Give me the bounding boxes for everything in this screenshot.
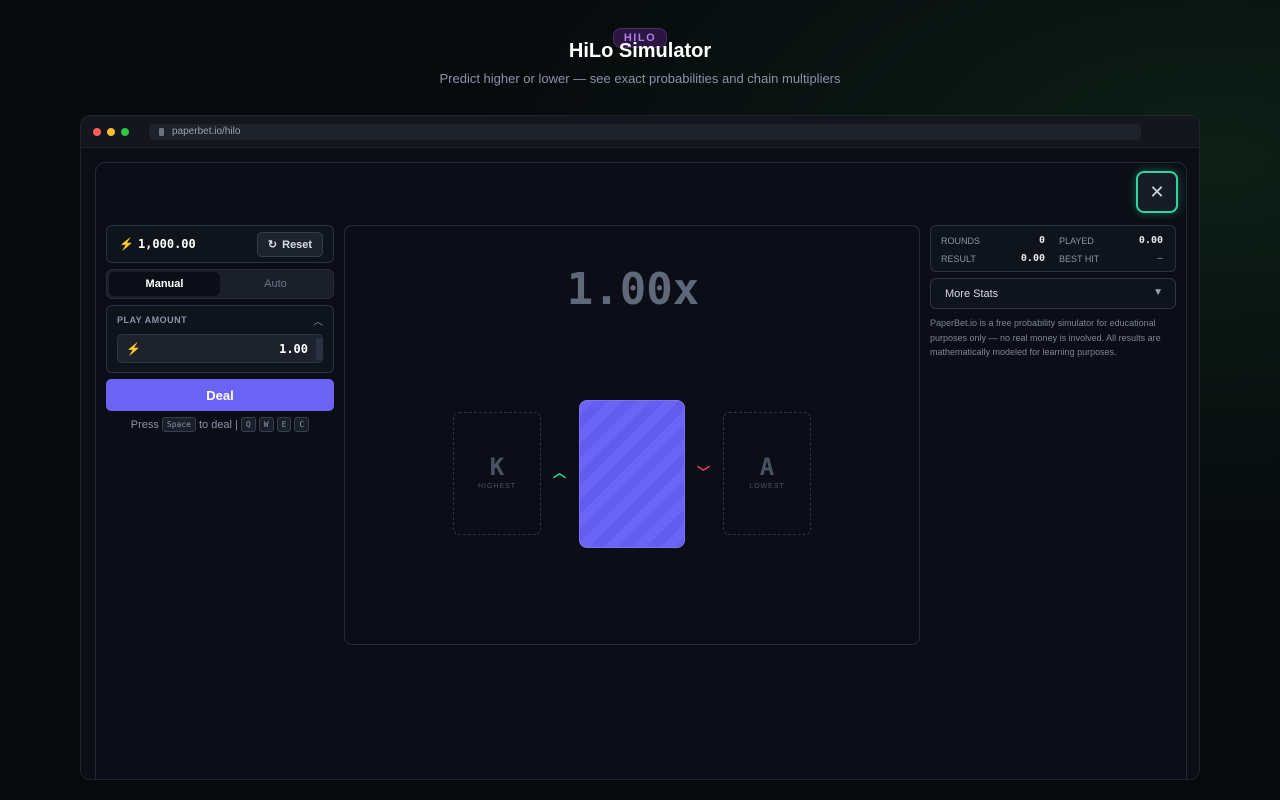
key-w: W xyxy=(258,417,274,432)
close-icon: ✕ xyxy=(1149,181,1165,202)
caret-down-icon: ▼ xyxy=(1153,287,1163,298)
minimize-window-dot[interactable] xyxy=(107,127,115,136)
more-stats-label: More Stats xyxy=(945,287,999,300)
page-subtitle: Predict higher or lower — see exact prob… xyxy=(439,71,841,86)
page-title: HiLo Simulator xyxy=(568,40,712,62)
lower-card-label: LOWEST xyxy=(749,483,785,490)
disclaimer-text: PaperBet.io is a free probability simula… xyxy=(930,318,1161,357)
best-hit-value: — xyxy=(1156,253,1163,264)
hint-prefix: Press xyxy=(130,418,159,431)
address-bar[interactable]: paperbet.io/hilo xyxy=(149,123,1141,140)
play-amount-panel: PLAY AMOUNT ︿ ⚡ 1.00 xyxy=(106,305,334,373)
coin-icon: ⚡ xyxy=(126,341,141,356)
tab-manual[interactable]: Manual xyxy=(109,272,220,296)
balance-value: 1,000.00 xyxy=(137,237,196,251)
rounds-label: ROUNDS xyxy=(941,236,981,246)
mode-tabs: Manual Auto xyxy=(106,269,334,299)
deal-button[interactable]: Deal xyxy=(106,379,334,411)
maximize-window-dot[interactable] xyxy=(121,127,129,136)
hero: HILO HiLo Simulator Predict higher or lo… xyxy=(0,28,1280,86)
coin-icon: ⚡ xyxy=(119,237,134,251)
refresh-icon: ↻ xyxy=(267,239,278,251)
chevron-up-icon[interactable]: ︿ xyxy=(553,462,566,481)
game-stage: 1.00x K HIGHEST ︿ ﹀ A LOWEST xyxy=(344,225,920,645)
lower-card-slot[interactable]: A LOWEST xyxy=(723,412,811,535)
balance-display: ⚡ 1,000.00 ↻ Reset xyxy=(106,225,334,263)
result-value: 0.00 xyxy=(1020,253,1045,264)
more-stats-dropdown[interactable]: More Stats ▼ xyxy=(930,278,1176,309)
multiplier-display: 1.00x xyxy=(566,264,700,315)
amount-stepper[interactable] xyxy=(316,338,322,360)
hilo-app: ✕ ⚡ 1,000.00 ↻ Reset Manual Auto PLAY AM… xyxy=(95,162,1187,779)
played-label: PLAYED xyxy=(1059,236,1094,246)
close-window-dot[interactable] xyxy=(93,127,101,136)
lock-icon xyxy=(159,127,164,136)
chevron-down-icon[interactable]: ﹀ xyxy=(697,462,710,481)
lower-card-rank: A xyxy=(759,453,775,481)
best-hit-label: BEST HIT xyxy=(1059,254,1100,264)
current-card xyxy=(579,400,685,548)
key-q: Q xyxy=(240,417,256,432)
browser-window: paperbet.io/hilo ✕ ⚡ 1,000.00 ↻ Reset Ma… xyxy=(80,115,1200,780)
reset-label: Reset xyxy=(282,238,313,251)
higher-card-label: HIGHEST xyxy=(477,483,517,490)
play-amount-input[interactable]: ⚡ 1.00 xyxy=(117,334,323,363)
tab-auto[interactable]: Auto xyxy=(220,272,331,296)
higher-card-slot[interactable]: K HIGHEST xyxy=(453,412,541,535)
close-button[interactable]: ✕ xyxy=(1136,171,1178,213)
reset-button[interactable]: ↻ Reset xyxy=(257,232,323,257)
url-text: paperbet.io/hilo xyxy=(172,126,241,137)
browser-chrome: paperbet.io/hilo xyxy=(81,116,1199,148)
key-c: C xyxy=(294,417,310,432)
played-value: 0.00 xyxy=(1138,235,1163,246)
play-amount-label: PLAY AMOUNT xyxy=(117,315,188,325)
higher-card-rank: K xyxy=(489,453,505,481)
hint-suffix: to deal | xyxy=(198,418,238,431)
keyboard-hint: Press Space to deal | Q W E C xyxy=(106,417,334,432)
rounds-value: 0 xyxy=(1038,235,1045,246)
play-amount-value: 1.00 xyxy=(279,341,308,356)
key-e: E xyxy=(276,417,292,432)
stats-panel: ROUNDS 0 PLAYED 0.00 RESULT 0.00 BEST HI… xyxy=(930,225,1176,272)
result-label: RESULT xyxy=(941,254,976,264)
chevron-up-icon[interactable]: ︿ xyxy=(313,313,323,328)
key-space: Space xyxy=(161,417,196,432)
